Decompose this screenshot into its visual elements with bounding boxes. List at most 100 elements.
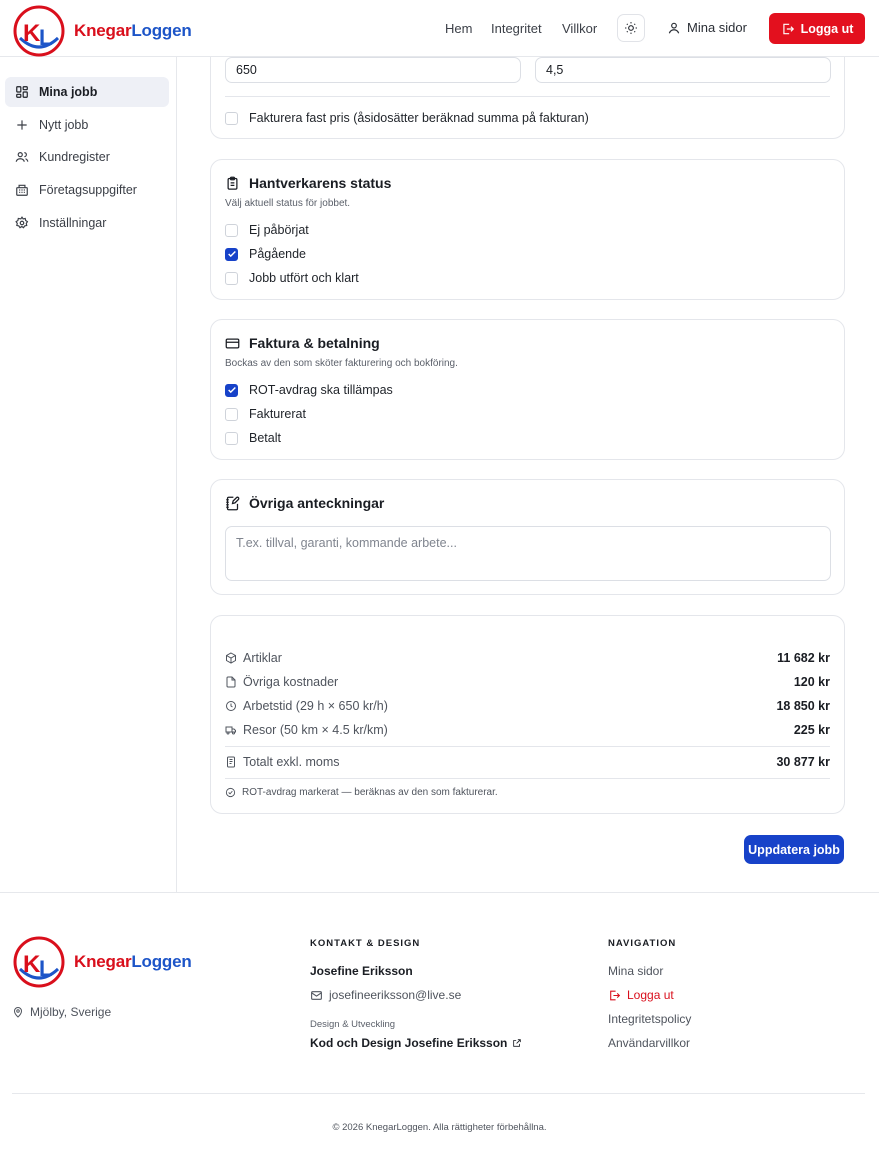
status-checkbox[interactable] (225, 223, 238, 237)
clock-icon (226, 701, 236, 711)
invoice-option-label: Fakturerat (249, 407, 306, 421)
summary-divider (225, 778, 830, 779)
mail-icon (311, 990, 322, 1000)
footer-link-anvandarvillkor[interactable]: Användarvillkor (608, 1036, 690, 1050)
invoice-card-title: Faktura & betalning (225, 335, 380, 351)
invoice-option-rot[interactable]: ROT-avdrag ska tillämpas (225, 383, 393, 397)
status-checkbox[interactable] (225, 271, 238, 285)
logout-icon (782, 23, 794, 34)
notes-card: Övriga anteckningar T.ex. tillval, garan… (210, 479, 845, 595)
invoice-option-betalt[interactable]: Betalt (225, 431, 281, 445)
notes-placeholder: T.ex. tillval, garanti, kommande arbete.… (236, 536, 457, 550)
rot-note-text: ROT-avdrag markerat — beräknas av den so… (242, 787, 498, 798)
invoice-title-text: Faktura & betalning (249, 335, 380, 351)
status-option-klart[interactable]: Jobb utfört och klart (225, 271, 359, 285)
invoice-checkbox[interactable] (225, 407, 238, 421)
status-option-label: Pågående (249, 247, 307, 261)
svg-text:L: L (39, 25, 52, 50)
footer-email-text: josefineeriksson@live.se (329, 988, 462, 1002)
status-title-text: Hantverkarens status (249, 175, 392, 191)
notes-textarea[interactable]: T.ex. tillval, garanti, kommande arbete.… (225, 526, 831, 581)
sidebar-item-foretagsuppgifter[interactable]: Företagsuppgifter (5, 175, 169, 205)
check-icon (227, 386, 236, 394)
check-circle-icon (225, 787, 236, 798)
footer-copyright: © 2026 KnegarLoggen. Alla rättigheter fö… (332, 1122, 547, 1133)
nav-link-hem[interactable]: Hem (445, 21, 472, 36)
summary-row-total: Totalt exkl. moms 30 877 kr (225, 755, 830, 769)
summary-row-arbetstid: Arbetstid (29 h × 650 kr/h) 18 850 kr (225, 699, 830, 713)
footer-email-link[interactable]: josefineeriksson@live.se (310, 988, 461, 1002)
update-job-button[interactable]: Uppdatera jobb (744, 835, 844, 864)
invoice-checkbox[interactable] (225, 431, 238, 445)
footer-location-text: Mjölby, Sverige (30, 1005, 112, 1019)
sidebar-item-kundregister[interactable]: Kundregister (5, 142, 169, 172)
plus-icon (17, 120, 27, 130)
sidebar-item-label: Kundregister (39, 150, 110, 164)
summary-row-resor: Resor (50 km × 4.5 kr/km) 225 kr (225, 723, 830, 737)
sun-icon (625, 22, 637, 34)
invoice-option-fakturerat[interactable]: Fakturerat (225, 407, 306, 421)
status-card: Hantverkarens status Välj aktuell status… (210, 159, 845, 300)
invoice-checkbox[interactable] (225, 383, 238, 397)
map-pin-icon (13, 1007, 23, 1018)
fixed-price-checkbox[interactable] (225, 111, 238, 125)
footer-nav-heading: NAVIGATION (608, 938, 677, 949)
footer-design-link-text: Kod och Design Josefine Eriksson (310, 1036, 508, 1050)
footer-design-link[interactable]: Kod och Design Josefine Eriksson (310, 1036, 522, 1050)
sidebar-item-nytt-jobb[interactable]: Nytt jobb (5, 110, 169, 140)
footer-link-integritetspolicy[interactable]: Integritetspolicy (608, 1012, 691, 1026)
nav-link-integritet[interactable]: Integritet (491, 21, 542, 36)
theme-toggle-button[interactable] (617, 14, 645, 42)
logout-icon (610, 990, 621, 1000)
invoice-subtitle: Bockas av den som sköter fakturering och… (225, 358, 458, 369)
summary-label: Arbetstid (29 h × 650 kr/h) (243, 699, 388, 713)
file-icon (226, 676, 236, 688)
mileage-rate-input[interactable]: 4,5 (535, 57, 831, 83)
pricing-divider (225, 96, 830, 97)
summary-row-ovriga: Övriga kostnader 120 kr (225, 675, 830, 689)
brand-name: KnegarLoggen (74, 21, 192, 40)
rot-note: ROT-avdrag markerat — beräknas av den so… (225, 787, 498, 798)
hourly-rate-input[interactable]: 650 (225, 57, 521, 83)
top-header: K L KnegarLoggen Hem Integritet Villkor … (0, 0, 879, 57)
summary-value: 225 kr (793, 723, 830, 737)
logout-label: Logga ut (800, 21, 854, 36)
credit-card-icon (225, 338, 240, 348)
brand-logo-icon: K L (13, 5, 65, 57)
brand-logo-icon: K L (13, 936, 65, 988)
status-option-label: Jobb utfört och klart (249, 271, 359, 285)
footer-brand: K L KnegarLoggen (12, 935, 192, 989)
sidebar-item-installningar[interactable]: Inställningar (5, 208, 169, 238)
footer-link-logga-ut[interactable]: Logga ut (608, 988, 674, 1002)
footer-design-small: Design & Utveckling (310, 1019, 396, 1030)
brand-logo-link[interactable]: K L KnegarLoggen (12, 4, 192, 58)
status-card-title: Hantverkarens status (225, 175, 391, 191)
footer-contact-heading: KONTAKT & DESIGN (310, 938, 421, 949)
notebook-pen-icon (226, 496, 240, 510)
summary-value: 18 850 kr (776, 699, 830, 713)
sidebar-item-label: Företagsuppgifter (39, 183, 137, 197)
invoice-card: Faktura & betalning Bockas av den som sk… (210, 319, 845, 460)
user-icon (668, 22, 680, 33)
summary-total-value: 30 877 kr (776, 755, 830, 769)
fixed-price-option[interactable]: Fakturera fast pris (åsidosätter beräkna… (225, 111, 589, 125)
status-checkbox[interactable] (225, 247, 238, 261)
footer-contact-name: Josefine Eriksson (310, 964, 413, 978)
summary-value: 11 682 kr (777, 651, 830, 665)
sidebar-item-mina-jobb[interactable]: Mina jobb (5, 77, 169, 107)
footer: K L KnegarLoggen Mjölby, Sverige KONTAKT… (0, 892, 879, 1175)
mina-sidor-link[interactable]: Mina sidor (667, 20, 747, 35)
summary-value: 120 kr (793, 675, 830, 689)
summary-label: Resor (50 km × 4.5 kr/km) (243, 723, 388, 737)
sidebar-item-label: Nytt jobb (39, 118, 89, 132)
users-icon (15, 152, 29, 162)
status-option-ej-paborjat[interactable]: Ej påbörjat (225, 223, 309, 237)
logout-button[interactable]: Logga ut (769, 13, 865, 44)
footer-link-mina-sidor[interactable]: Mina sidor (608, 964, 663, 978)
summary-row-artiklar: Artiklar 11 682 kr (225, 651, 830, 665)
fixed-price-label: Fakturera fast pris (åsidosätter beräkna… (249, 111, 589, 125)
sidebar-item-label: Mina jobb (39, 85, 98, 99)
summary-card: Artiklar 11 682 kr Övriga kostnader 120 … (210, 615, 845, 814)
nav-link-villkor[interactable]: Villkor (562, 21, 597, 36)
status-option-pagaende[interactable]: Pågående (225, 247, 306, 261)
